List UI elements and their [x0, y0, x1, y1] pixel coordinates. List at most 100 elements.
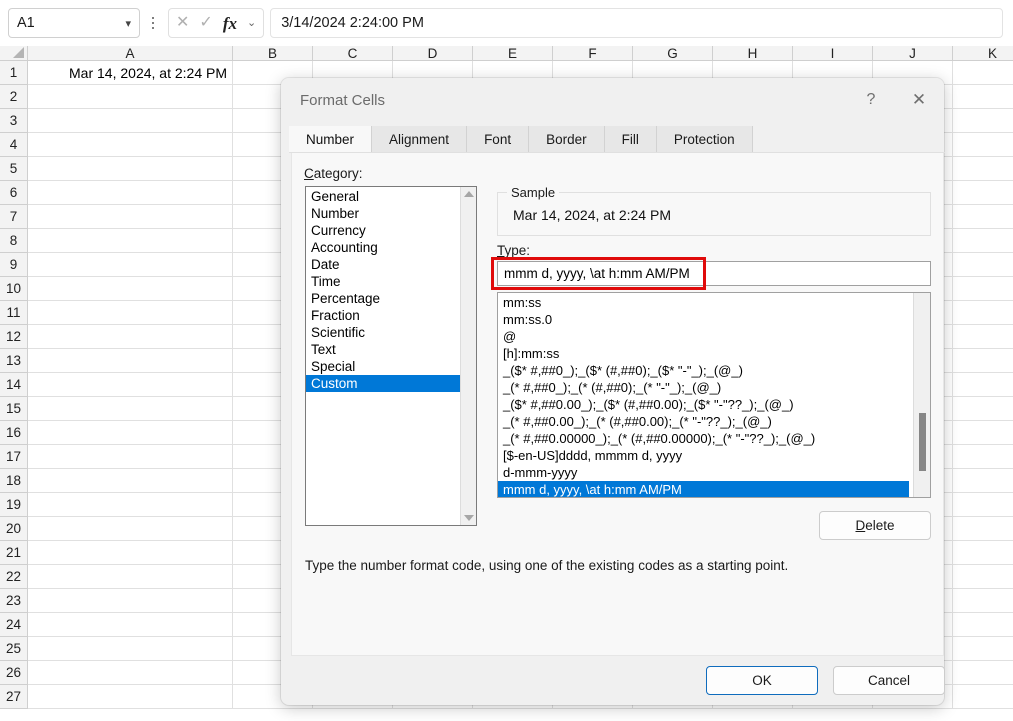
cell-A21[interactable]	[28, 541, 233, 565]
scroll-up-icon[interactable]	[463, 191, 474, 197]
row-header-15[interactable]: 15	[0, 397, 28, 421]
format-code-item-10[interactable]: d-mmm-yyyy	[498, 464, 899, 481]
format-code-item-1[interactable]: mm:ss.0	[498, 311, 899, 328]
format-code-item-4[interactable]: _($* #,##0_);_($* (#,##0);_($* "-"_);_(@…	[498, 362, 899, 379]
row-header-22[interactable]: 22	[0, 565, 28, 589]
row-header-6[interactable]: 6	[0, 181, 28, 205]
column-header-b[interactable]: B	[233, 46, 313, 61]
formula-input[interactable]: 3/14/2024 2:24:00 PM	[270, 8, 1003, 38]
row-header-23[interactable]: 23	[0, 589, 28, 613]
format-code-item-2[interactable]: @	[498, 328, 899, 345]
cell-A7[interactable]	[28, 205, 233, 229]
format-code-item-5[interactable]: _(* #,##0_);_(* (#,##0);_(* "-"_);_(@_)	[498, 379, 899, 396]
format-code-item-6[interactable]: _($* #,##0.00_);_($* (#,##0.00);_($* "-"…	[498, 396, 899, 413]
category-item-scientific[interactable]: Scientific	[306, 324, 460, 341]
cell-K27[interactable]	[953, 685, 1013, 709]
cell-K14[interactable]	[953, 373, 1013, 397]
column-header-d[interactable]: D	[393, 46, 473, 61]
row-header-25[interactable]: 25	[0, 637, 28, 661]
cell-K10[interactable]	[953, 277, 1013, 301]
cell-A9[interactable]	[28, 253, 233, 277]
column-header-e[interactable]: E	[473, 46, 553, 61]
tab-protection[interactable]: Protection	[656, 126, 753, 153]
cell-K12[interactable]	[953, 325, 1013, 349]
format-code-item-7[interactable]: _(* #,##0.00_);_(* (#,##0.00);_(* "-"??_…	[498, 413, 899, 430]
category-item-text[interactable]: Text	[306, 341, 460, 358]
cell-K5[interactable]	[953, 157, 1013, 181]
row-header-18[interactable]: 18	[0, 469, 28, 493]
cell-A12[interactable]	[28, 325, 233, 349]
cell-K6[interactable]	[953, 181, 1013, 205]
category-item-number[interactable]: Number	[306, 205, 460, 222]
cell-A15[interactable]	[28, 397, 233, 421]
cell-A22[interactable]	[28, 565, 233, 589]
cell-K22[interactable]	[953, 565, 1013, 589]
row-header-1[interactable]: 1	[0, 61, 28, 85]
cell-K1[interactable]	[953, 61, 1013, 85]
category-item-general[interactable]: General	[306, 188, 460, 205]
ok-button[interactable]: OK	[706, 666, 818, 695]
cell-A24[interactable]	[28, 613, 233, 637]
row-header-3[interactable]: 3	[0, 109, 28, 133]
cell-A5[interactable]	[28, 157, 233, 181]
cell-K11[interactable]	[953, 301, 1013, 325]
cell-K15[interactable]	[953, 397, 1013, 421]
row-header-21[interactable]: 21	[0, 541, 28, 565]
tab-alignment[interactable]: Alignment	[372, 126, 468, 153]
tab-number[interactable]: Number	[289, 126, 373, 153]
cell-A10[interactable]	[28, 277, 233, 301]
cell-K16[interactable]	[953, 421, 1013, 445]
select-all-corner[interactable]	[0, 46, 28, 61]
row-header-26[interactable]: 26	[0, 661, 28, 685]
close-icon[interactable]: ✕	[894, 78, 944, 122]
cell-K21[interactable]	[953, 541, 1013, 565]
chevron-down-icon[interactable]: ⌄	[247, 17, 256, 29]
cell-K17[interactable]	[953, 445, 1013, 469]
cell-A26[interactable]	[28, 661, 233, 685]
cell-A4[interactable]	[28, 133, 233, 157]
cell-K24[interactable]	[953, 613, 1013, 637]
row-header-16[interactable]: 16	[0, 421, 28, 445]
row-header-8[interactable]: 8	[0, 229, 28, 253]
column-header-h[interactable]: H	[713, 46, 793, 61]
cell-A8[interactable]	[28, 229, 233, 253]
column-header-j[interactable]: J	[873, 46, 953, 61]
category-item-fraction[interactable]: Fraction	[306, 307, 460, 324]
cell-K23[interactable]	[953, 589, 1013, 613]
column-header-i[interactable]: I	[793, 46, 873, 61]
cell-A2[interactable]	[28, 85, 233, 109]
tab-border[interactable]: Border	[529, 126, 605, 153]
scrollbar-thumb[interactable]	[919, 413, 926, 471]
column-header-g[interactable]: G	[633, 46, 713, 61]
cell-K13[interactable]	[953, 349, 1013, 373]
cell-K26[interactable]	[953, 661, 1013, 685]
cell-K9[interactable]	[953, 253, 1013, 277]
category-item-percentage[interactable]: Percentage	[306, 290, 460, 307]
cell-K25[interactable]	[953, 637, 1013, 661]
row-header-20[interactable]: 20	[0, 517, 28, 541]
cell-A3[interactable]	[28, 109, 233, 133]
enter-formula-icon[interactable]: ✓	[199, 15, 212, 31]
column-header-k[interactable]: K	[953, 46, 1013, 61]
column-header-f[interactable]: F	[553, 46, 633, 61]
delete-button[interactable]: Delete	[819, 511, 931, 540]
category-scrollbar[interactable]	[460, 187, 476, 525]
format-code-item-9[interactable]: [$-en-US]dddd, mmmm d, yyyy	[498, 447, 899, 464]
category-item-accounting[interactable]: Accounting	[306, 239, 460, 256]
category-item-special[interactable]: Special	[306, 358, 460, 375]
format-list-scrollbar[interactable]	[913, 293, 930, 497]
row-header-12[interactable]: 12	[0, 325, 28, 349]
row-header-19[interactable]: 19	[0, 493, 28, 517]
format-code-listbox[interactable]: mm:ss mm:ss.0 @ [h]:mm:ss _($* #,##0_);_($* …	[497, 292, 931, 498]
cell-A27[interactable]	[28, 685, 233, 709]
column-header-a[interactable]: A	[28, 46, 233, 61]
cell-A19[interactable]	[28, 493, 233, 517]
tab-font[interactable]: Font	[467, 126, 530, 153]
cell-K7[interactable]	[953, 205, 1013, 229]
cell-A17[interactable]	[28, 445, 233, 469]
cell-K2[interactable]	[953, 85, 1013, 109]
cell-K3[interactable]	[953, 109, 1013, 133]
row-header-14[interactable]: 14	[0, 373, 28, 397]
row-header-9[interactable]: 9	[0, 253, 28, 277]
cell-K19[interactable]	[953, 493, 1013, 517]
